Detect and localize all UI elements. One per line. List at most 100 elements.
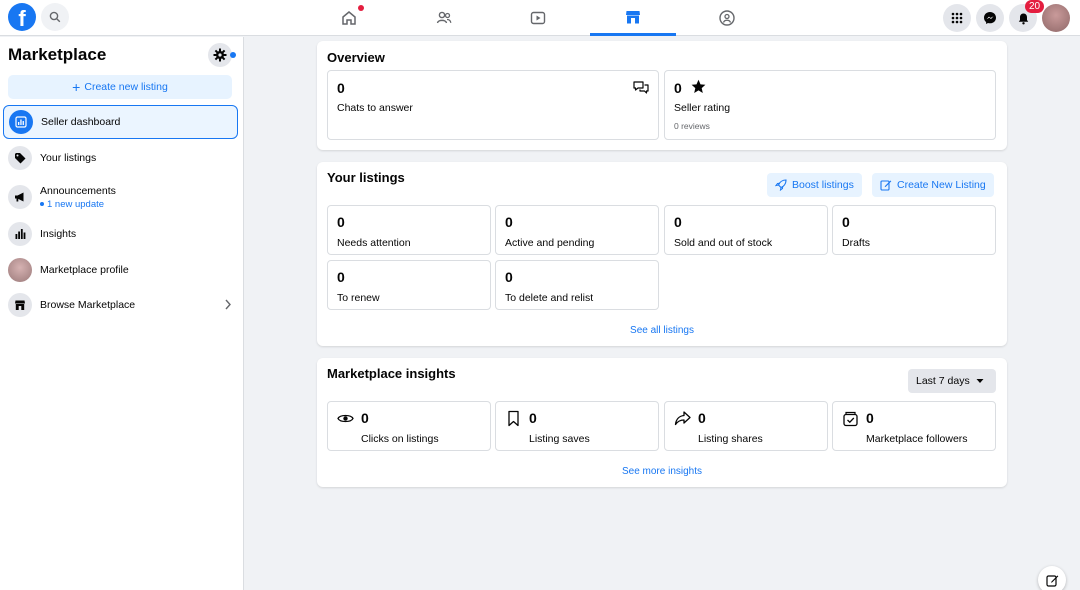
chats-label: Chats to answer bbox=[337, 102, 413, 114]
sidebar-item-insights[interactable]: Insights bbox=[3, 217, 238, 251]
create-listing-label: Create new listing bbox=[84, 81, 168, 93]
settings-notification-dot bbox=[230, 52, 236, 58]
boost-listings-button[interactable]: Boost listings bbox=[767, 173, 862, 197]
stat-value: 0 bbox=[505, 269, 513, 285]
see-all-listings-link[interactable]: See all listings bbox=[317, 325, 1007, 336]
rocket-icon bbox=[775, 179, 787, 191]
sidebar-item-marketplace-profile[interactable]: Marketplace profile bbox=[3, 253, 238, 287]
new-message-button[interactable] bbox=[1038, 566, 1066, 590]
stat-label: Listing shares bbox=[698, 433, 763, 445]
stat-label: Needs attention bbox=[337, 237, 411, 249]
sidebar-item-label: Marketplace profile bbox=[40, 264, 129, 276]
stat-label: Sold and out of stock bbox=[674, 237, 773, 249]
grid-menu-icon bbox=[951, 12, 963, 24]
your-listings-card: Your listings Boost listings Create New … bbox=[317, 162, 1007, 346]
watch-icon bbox=[530, 11, 546, 25]
stat-value: 0 bbox=[361, 410, 369, 426]
caret-down-icon bbox=[976, 379, 984, 383]
tag-icon bbox=[8, 146, 32, 170]
sold-out-stat[interactable]: 0 Sold and out of stock bbox=[664, 205, 828, 255]
rating-value: 0 bbox=[674, 80, 682, 96]
date-range-value: Last 7 days bbox=[916, 375, 970, 387]
clicks-on-listings-stat[interactable]: 0 Clicks on listings bbox=[327, 401, 491, 451]
facebook-logo[interactable]: f bbox=[8, 3, 36, 31]
bar-chart-icon bbox=[8, 222, 32, 246]
stat-value: 0 bbox=[337, 214, 345, 230]
marketplace-sidebar: Marketplace + Create new listing Seller … bbox=[0, 37, 244, 590]
sidebar-item-label: Insights bbox=[40, 228, 77, 240]
tab-watch[interactable] bbox=[495, 0, 581, 36]
stat-label: Listing saves bbox=[529, 433, 590, 445]
overview-title: Overview bbox=[327, 50, 385, 65]
chat-bubbles-icon bbox=[633, 81, 649, 94]
tab-home[interactable] bbox=[306, 0, 392, 36]
sidebar-title: Marketplace bbox=[8, 45, 107, 64]
stat-value: 0 bbox=[866, 410, 874, 426]
overview-card: Overview 0 Chats to answer 0 Seller rati… bbox=[317, 41, 1007, 150]
drafts-stat[interactable]: 0 Drafts bbox=[832, 205, 996, 255]
compose-icon bbox=[1045, 574, 1058, 587]
update-dot bbox=[40, 202, 44, 206]
notifications-button[interactable]: 20 bbox=[1009, 0, 1045, 32]
groups-icon bbox=[719, 10, 735, 26]
menu-button[interactable] bbox=[943, 4, 971, 32]
announcements-update: 1 new update bbox=[40, 199, 116, 210]
tab-marketplace[interactable] bbox=[590, 0, 676, 36]
sidebar-item-your-listings[interactable]: Your listings bbox=[3, 141, 238, 175]
sidebar-item-seller-dashboard[interactable]: Seller dashboard bbox=[3, 105, 238, 139]
rating-label: Seller rating bbox=[674, 102, 731, 114]
messenger-icon bbox=[984, 12, 996, 24]
sidebar-item-label: Your listings bbox=[40, 152, 97, 164]
account-avatar[interactable] bbox=[1042, 4, 1070, 32]
needs-attention-stat[interactable]: 0 Needs attention bbox=[327, 205, 491, 255]
listing-saves-stat[interactable]: 0 Listing saves bbox=[495, 401, 659, 451]
delete-relist-stat[interactable]: 0 To delete and relist bbox=[495, 260, 659, 310]
stat-label: Marketplace followers bbox=[866, 433, 968, 445]
active-pending-stat[interactable]: 0 Active and pending bbox=[495, 205, 659, 255]
sidebar-item-browse-marketplace[interactable]: Browse Marketplace bbox=[3, 288, 238, 322]
friends-icon bbox=[436, 11, 452, 24]
tab-friends[interactable] bbox=[401, 0, 487, 36]
notification-count-badge: 20 bbox=[1025, 0, 1045, 13]
create-new-listing-button[interactable]: + Create new listing bbox=[8, 75, 232, 99]
to-renew-stat[interactable]: 0 To renew bbox=[327, 260, 491, 310]
sidebar-item-announcements[interactable]: Announcements 1 new update bbox=[3, 179, 238, 215]
edit-icon bbox=[880, 180, 892, 191]
insights-title: Marketplace insights bbox=[327, 366, 456, 381]
date-range-select[interactable]: Last 7 days bbox=[908, 369, 996, 393]
seller-rating-stat[interactable]: 0 Seller rating 0 reviews bbox=[664, 70, 996, 140]
create-new-listing-top-button[interactable]: Create New Listing bbox=[872, 173, 994, 197]
megaphone-icon bbox=[8, 185, 32, 209]
settings-button[interactable] bbox=[208, 43, 232, 67]
stat-value: 0 bbox=[842, 214, 850, 230]
sidebar-item-label: Browse Marketplace bbox=[40, 299, 136, 311]
tab-groups[interactable] bbox=[684, 0, 770, 36]
chats-count: 0 bbox=[337, 80, 345, 96]
search-button[interactable] bbox=[41, 3, 69, 31]
eye-icon bbox=[337, 414, 354, 423]
sidebar-item-label: Seller dashboard bbox=[41, 116, 121, 128]
followers-icon bbox=[843, 411, 858, 427]
marketplace-icon bbox=[626, 10, 640, 23]
stat-label: To renew bbox=[337, 292, 380, 304]
top-navigation: f 20 bbox=[0, 0, 1080, 36]
stat-label: Active and pending bbox=[505, 237, 595, 249]
search-icon bbox=[49, 11, 61, 23]
stat-label: Clicks on listings bbox=[361, 433, 439, 445]
bookmark-icon bbox=[508, 410, 519, 427]
listing-shares-stat[interactable]: 0 Listing shares bbox=[664, 401, 828, 451]
create-listing-label: Create New Listing bbox=[897, 179, 986, 191]
sidebar-item-label: Announcements bbox=[40, 184, 116, 197]
chats-to-answer-stat[interactable]: 0 Chats to answer bbox=[327, 70, 659, 140]
shop-icon bbox=[8, 293, 32, 317]
dashboard-icon bbox=[9, 110, 33, 134]
bell-icon bbox=[1018, 13, 1028, 24]
messenger-button[interactable] bbox=[976, 4, 1004, 32]
stat-value: 0 bbox=[698, 410, 706, 426]
stat-value: 0 bbox=[674, 214, 682, 230]
stat-label: To delete and relist bbox=[505, 292, 594, 304]
home-notification-dot bbox=[358, 5, 364, 11]
stat-label: Drafts bbox=[842, 237, 871, 249]
marketplace-followers-stat[interactable]: 0 Marketplace followers bbox=[832, 401, 996, 451]
see-more-insights-link[interactable]: See more insights bbox=[317, 466, 1007, 477]
